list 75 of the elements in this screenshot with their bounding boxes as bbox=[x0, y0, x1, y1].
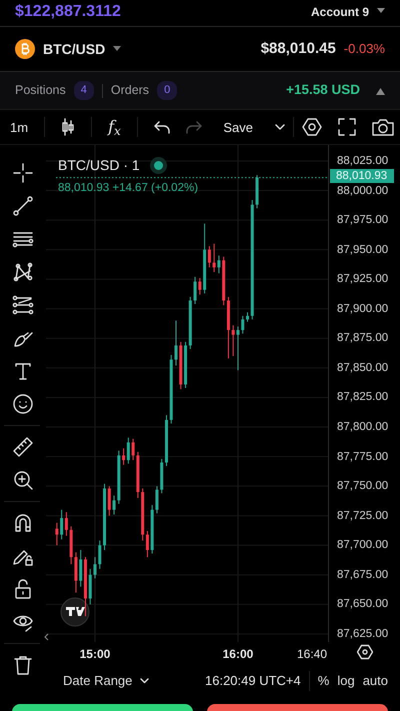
date-range-button[interactable]: Date Range bbox=[63, 671, 150, 691]
price-tick: 87,800.00 bbox=[337, 420, 388, 434]
expand-arrow-icon bbox=[376, 88, 385, 95]
buy-button[interactable] bbox=[12, 704, 193, 711]
price-tick: 88,000.00 bbox=[337, 184, 388, 198]
chevron-icon bbox=[275, 124, 285, 130]
chevron-icon bbox=[140, 678, 150, 684]
fullscreen-icon bbox=[338, 118, 356, 136]
last-price-label: 88,010.93 bbox=[330, 169, 394, 184]
price-tick: 87,750.00 bbox=[337, 479, 388, 494]
interval-button[interactable]: 1m bbox=[10, 120, 28, 134]
clock-time: 16:20:49 UTC+4 bbox=[205, 672, 301, 690]
time-tick: 16:40 bbox=[296, 646, 328, 663]
pattern-icon[interactable] bbox=[12, 260, 34, 282]
symbol-selector[interactable]: BTC/USD bbox=[43, 38, 106, 60]
price-tick: 87,725.00 bbox=[337, 508, 388, 523]
scale-option[interactable]: % bbox=[318, 671, 330, 691]
bitcoin-icon bbox=[15, 39, 35, 59]
crosshair-icon[interactable] bbox=[12, 162, 34, 184]
price-tick: 87,675.00 bbox=[337, 568, 388, 582]
price-tick: 87,700.00 bbox=[337, 538, 388, 552]
smiley-icon[interactable] bbox=[12, 392, 34, 414]
tradingview-logo bbox=[60, 598, 90, 626]
scale-option[interactable]: auto bbox=[362, 671, 388, 691]
caret-icon bbox=[377, 8, 385, 14]
candle bbox=[256, 174, 259, 209]
redo-icon bbox=[186, 120, 202, 134]
candle bbox=[94, 556, 96, 579]
candle bbox=[170, 354, 173, 424]
camera-icon bbox=[372, 118, 394, 136]
account-balance: $122,887.3112 bbox=[15, 3, 121, 21]
undo-icon bbox=[154, 120, 170, 134]
scale-option[interactable]: log bbox=[337, 671, 355, 691]
price-tick: 87,975.00 bbox=[337, 213, 388, 228]
time-tick: 16:00 bbox=[222, 646, 254, 663]
trend-line-icon[interactable] bbox=[12, 194, 34, 216]
price-tick: 87,625.00 bbox=[337, 626, 388, 641]
price-tick: 87,825.00 bbox=[337, 390, 388, 404]
scroll-left-icon[interactable] bbox=[44, 633, 49, 641]
price-tick: 87,650.00 bbox=[337, 597, 388, 612]
price-tick: 87,925.00 bbox=[337, 272, 388, 286]
tab-label[interactable]: Positions bbox=[15, 81, 66, 100]
price-tick: 87,950.00 bbox=[337, 242, 388, 257]
time-tick: 15:00 bbox=[80, 646, 110, 663]
count-badge: 4 bbox=[74, 81, 94, 100]
save-button[interactable]: Save bbox=[223, 120, 253, 134]
account-selector[interactable]: Account 9 bbox=[310, 5, 369, 19]
price-tick: 88,025.00 bbox=[337, 154, 388, 168]
price-tick: 87,775.00 bbox=[337, 450, 388, 464]
candle bbox=[55, 522, 58, 546]
price-tick: 87,850.00 bbox=[337, 360, 388, 375]
tab-label[interactable]: Orders bbox=[110, 81, 150, 100]
price-tick: 87,900.00 bbox=[337, 302, 388, 316]
chart-symbol-title: BTC/USD · 1 bbox=[58, 156, 140, 175]
ohlc-values: 88,010.93 +14.67 (+0.02%) bbox=[58, 181, 198, 196]
settings-icon bbox=[302, 117, 322, 137]
zoom-in-icon[interactable] bbox=[12, 468, 34, 490]
count-badge: 0 bbox=[157, 81, 178, 100]
indicators-button[interactable]: f$_{x}$ bbox=[108, 119, 121, 135]
price-change: -0.03% bbox=[344, 40, 385, 58]
candle bbox=[88, 568, 92, 605]
profit-amount: +15.58 USD bbox=[286, 81, 360, 100]
caret-icon bbox=[113, 46, 122, 52]
current-price: $88,010.45 bbox=[260, 38, 336, 59]
candle bbox=[98, 540, 102, 570]
ruler-icon[interactable] bbox=[12, 436, 34, 458]
settings-icon[interactable] bbox=[357, 644, 373, 660]
status-dot bbox=[154, 161, 163, 170]
candle bbox=[246, 312, 249, 322]
trash-icon[interactable] bbox=[12, 654, 34, 676]
channel-icon[interactable] bbox=[12, 294, 34, 316]
candles-icon bbox=[61, 118, 76, 136]
sell-button[interactable] bbox=[207, 704, 388, 711]
candle bbox=[241, 315, 244, 334]
price-tick: 87,875.00 bbox=[337, 331, 388, 346]
